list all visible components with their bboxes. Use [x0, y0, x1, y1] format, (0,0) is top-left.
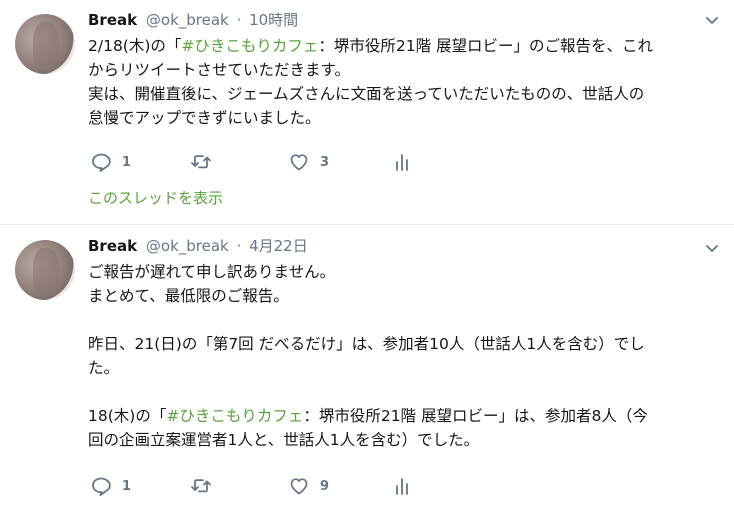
hashtag-link[interactable]: #ひきこもりカフェ: [181, 37, 318, 55]
retweet-icon: [191, 479, 211, 493]
text-segment: 怠慢でアップできずにいました。: [88, 109, 321, 127]
text-segment: 回の企画立案運営者1人と、世話人1人を含む）でした。: [88, 431, 480, 449]
text-line: 回の企画立案運営者1人と、世話人1人を含む）でした。: [88, 428, 718, 452]
reply-count: 1: [122, 154, 132, 170]
text-segment: まとめて、最低限のご報告。: [88, 287, 289, 305]
reply-count: 1: [122, 478, 132, 494]
tweet-text: ご報告が遅れて申し訳ありません。 まとめて、最低限のご報告。昨日、21(日)の「第…: [88, 260, 718, 452]
retweet-button[interactable]: [189, 151, 223, 173]
text-segment: からリツイートさせていただきます。: [88, 61, 350, 79]
chevron-down-icon[interactable]: [704, 12, 720, 28]
text-segment: 実は、開催直後に、ジェームズさんに文面を送っていただいたものの、世話人の: [88, 85, 645, 103]
display-name[interactable]: Break: [88, 237, 137, 255]
like-count: 9: [320, 478, 330, 494]
text-line: 怠慢でアップできずにいました。: [88, 106, 718, 130]
tweet-header: Break @ok_break · 10時間: [88, 10, 298, 30]
analytics-button[interactable]: [393, 475, 411, 497]
timestamp[interactable]: 10時間: [249, 11, 298, 29]
analytics-icon: [396, 154, 408, 171]
text-segment: ：堺市役所21階 展望ロビー」のご報告を、これ: [318, 37, 654, 55]
display-name[interactable]: Break: [88, 11, 137, 29]
text-segment: 2/18(木)の「: [88, 37, 182, 55]
like-count: 3: [320, 154, 330, 170]
show-thread-link[interactable]: このスレッドを表示: [88, 188, 223, 208]
text-segment: 18(木)の「: [88, 407, 167, 425]
separator: ·: [236, 11, 242, 29]
user-handle[interactable]: @ok_break: [146, 11, 229, 29]
tweet-actions: 1 9: [88, 475, 428, 497]
reply-icon: [92, 153, 111, 172]
text-segment: ：堺市役所21階 展望ロビー」は、参加者8人（今: [303, 407, 648, 425]
text-segment: た。: [88, 359, 120, 377]
text-line: 実は、開催直後に、ジェームズさんに文面を送っていただいたものの、世話人の: [88, 82, 718, 106]
tweet[interactable]: Break @ok_break · 10時間 2/18(木)の「#ひきこもりカフ…: [0, 0, 734, 225]
avatar[interactable]: [15, 240, 75, 300]
text-line: 2/18(木)の「#ひきこもりカフェ：堺市役所21階 展望ロビー」のご報告を、こ…: [88, 34, 718, 58]
chevron-down-icon[interactable]: [704, 240, 720, 256]
text-line: ご報告が遅れて申し訳ありません。: [88, 260, 718, 284]
tweet[interactable]: Break @ok_break · 4月22日 ご報告が遅れて申し訳ありません。…: [0, 225, 734, 510]
reply-button[interactable]: 1: [90, 151, 131, 173]
text-line: 18(木)の「#ひきこもりカフェ：堺市役所21階 展望ロビー」は、参加者8人（今: [88, 404, 718, 428]
hashtag-link[interactable]: #ひきこもりカフェ: [166, 407, 303, 425]
retweet-button[interactable]: [189, 475, 223, 497]
like-button[interactable]: 3: [288, 151, 329, 173]
avatar[interactable]: [15, 14, 75, 74]
tweet-actions: 1 3: [88, 151, 428, 173]
text-segment: ご報告が遅れて申し訳ありません。: [88, 263, 336, 281]
text-line: まとめて、最低限のご報告。: [88, 284, 718, 308]
like-icon: [290, 154, 308, 171]
tweet-text: 2/18(木)の「#ひきこもりカフェ：堺市役所21階 展望ロビー」のご報告を、こ…: [88, 34, 718, 130]
analytics-button[interactable]: [393, 151, 411, 173]
analytics-icon: [396, 478, 408, 495]
reply-button[interactable]: 1: [90, 475, 131, 497]
text-line: からリツイートさせていただきます。: [88, 58, 718, 82]
timestamp[interactable]: 4月22日: [249, 237, 308, 255]
user-handle[interactable]: @ok_break: [146, 237, 229, 255]
text-line: 昨日、21(日)の「第7回 だべるだけ」は、参加者10人（世話人1人を含む）でし: [88, 332, 718, 356]
retweet-icon: [191, 155, 211, 169]
separator: ·: [236, 237, 242, 255]
tweet-header: Break @ok_break · 4月22日: [88, 236, 308, 256]
text-segment: 昨日、21(日)の「第7回 だべるだけ」は、参加者10人（世話人1人を含む）でし: [88, 335, 645, 353]
like-icon: [290, 478, 308, 495]
text-line: た。: [88, 356, 718, 380]
like-button[interactable]: 9: [288, 475, 329, 497]
reply-icon: [92, 477, 111, 496]
